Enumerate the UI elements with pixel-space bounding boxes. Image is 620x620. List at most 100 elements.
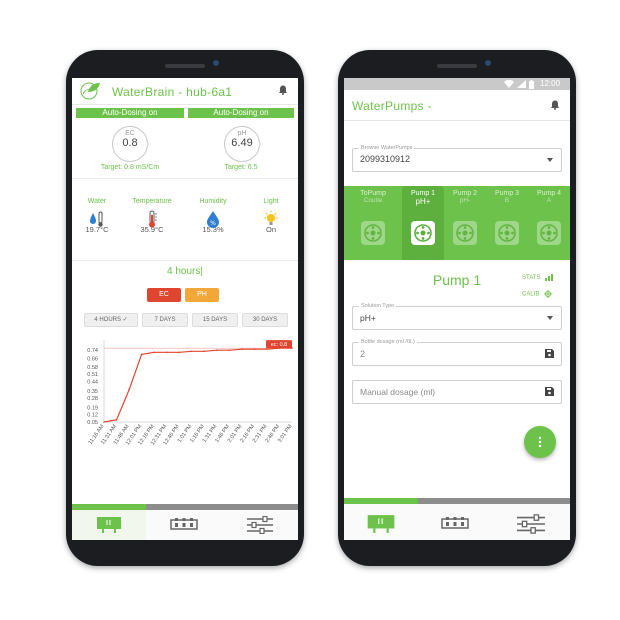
range-15-days-button[interactable]: 15 DAYS <box>192 313 238 327</box>
y-tick-label: 0.12 <box>87 413 98 419</box>
ph-label: pH <box>237 130 247 137</box>
browse-waterpumps-label: Browse WaterPumps <box>359 145 415 151</box>
nav-tab-settings[interactable] <box>222 504 298 540</box>
y-tick-label: 0.44 <box>87 379 98 385</box>
camera <box>213 60 219 66</box>
pump-tab-name: Pump 3 <box>494 190 520 197</box>
y-tick-label: 0.19 <box>87 405 98 411</box>
nav-tab-hub[interactable] <box>344 498 418 540</box>
browse-waterpumps-select[interactable]: Browse WaterPumps 2099310912 <box>352 145 562 172</box>
sensor-water: Water 19.7°C <box>72 198 122 234</box>
pump-icon <box>361 221 385 245</box>
svg-text:%: % <box>210 220 216 227</box>
nav-tab-settings[interactable] <box>494 498 570 540</box>
time-range-value: 4 hours <box>167 266 201 277</box>
sensor-temperature: Temperature 35.9°C <box>127 198 177 234</box>
ec-data-point <box>128 388 130 391</box>
divider <box>72 260 298 261</box>
app-bar: WaterPumps - <box>344 90 570 121</box>
divider <box>72 178 298 179</box>
ec-series-line <box>103 347 292 423</box>
range-30-days-button[interactable]: 30 DAYS <box>242 313 288 327</box>
pump-tab-3[interactable]: Pump 3B <box>486 186 528 260</box>
pump-tab-type: pH- <box>459 197 471 204</box>
ec-label: EC <box>125 130 135 137</box>
battery-icon <box>529 79 534 89</box>
ec-button[interactable]: EC <box>147 288 181 302</box>
leaf-logo-icon <box>80 82 100 100</box>
nav-tab-pumps[interactable] <box>418 498 494 540</box>
ec-data-point <box>153 351 155 354</box>
phone-left: WaterBrain - hub-6a1 Auto-Dosing on Auto… <box>66 50 304 566</box>
save-icon[interactable] <box>545 349 554 358</box>
sensor-light-label: Light <box>263 198 279 205</box>
ec-value: 0.8 <box>122 137 138 149</box>
bell-icon[interactable] <box>550 100 560 110</box>
thermometer-icon <box>149 210 157 228</box>
more-vert-icon <box>538 436 542 448</box>
speaker <box>437 64 477 68</box>
sensor-water-label: Water <box>87 198 107 205</box>
sensor-humidity: Humidity % 15.3% <box>188 198 238 234</box>
pump-icon <box>411 221 435 245</box>
bottom-nav <box>344 498 570 540</box>
waterbrain-screen: WaterBrain - hub-6a1 Auto-Dosing on Auto… <box>72 78 298 540</box>
ec-line-chart: 0.050.12 0.19 0.280.35 0.440.510.58 0.66 0.74… <box>87 340 294 446</box>
bottle-dosage-field[interactable]: Bottle dosage (ml /0L) 2 <box>352 339 562 366</box>
camera <box>485 60 491 66</box>
range-4-hours-button[interactable]: 4 HOURS ✓ <box>84 313 138 327</box>
nav-tab-hub[interactable] <box>72 504 146 540</box>
humidity-drop-icon: % <box>207 211 219 228</box>
status-bar: 12:00 <box>344 78 570 90</box>
pump-tab-4[interactable]: Pump 4A <box>528 186 570 260</box>
calib-link[interactable]: CALIB <box>522 290 553 298</box>
pump-tab-0[interactable]: ToPump Coutie <box>344 186 402 260</box>
ec-data-point <box>216 349 218 352</box>
bar-chart-icon <box>545 274 554 281</box>
ph-gauge[interactable]: pH 6.49 <box>224 126 260 162</box>
y-tick-label: 0.51 <box>87 372 98 378</box>
bell-icon[interactable] <box>278 85 288 95</box>
hub-device-icon <box>97 517 121 533</box>
app-title: WaterBrain - hub-6a1 <box>112 85 233 99</box>
pump-tab-name: Pump 4 <box>536 190 562 197</box>
crosshair-icon <box>544 290 553 298</box>
sensor-temperature-label: Temperature <box>132 198 172 205</box>
pumps-rack-icon <box>441 517 469 529</box>
pump-tab-2[interactable]: Pump 2 pH- <box>444 186 486 260</box>
phone-right: 12:00 WaterPumps - Browse WaterPumps 209… <box>338 50 576 566</box>
ec-gauge[interactable]: EC 0.8 <box>112 126 148 162</box>
ec-data-point <box>165 351 168 354</box>
sliders-icon <box>517 514 545 534</box>
ec-data-point <box>115 419 118 421</box>
nav-tab-indicator <box>418 498 494 504</box>
solution-type-value: pH+ <box>360 313 376 323</box>
nav-tab-pumps[interactable] <box>146 504 222 540</box>
bottle-dosage-value: 2 <box>360 349 366 359</box>
water-thermometer-icon <box>90 211 103 227</box>
fab-more-button[interactable] <box>524 426 556 458</box>
app-title[interactable]: WaterPumps - <box>352 99 432 113</box>
manual-dosage-field[interactable]: Manual dosage (ml) <box>352 380 562 404</box>
y-tick-label: 0.66 <box>87 357 98 363</box>
app-bar: WaterBrain - hub-6a1 <box>72 78 298 105</box>
stats-link[interactable]: STATS <box>522 274 554 281</box>
pump-tab-name: Pump 1 <box>410 190 436 197</box>
pump-tab-type: A <box>546 197 552 204</box>
time-range-selector[interactable]: 4 hours| <box>72 266 298 277</box>
y-tick-label: 0.28 <box>87 396 98 402</box>
nav-tab-indicator <box>72 504 146 510</box>
solution-type-select[interactable]: Solution Type pH+ <box>352 303 562 330</box>
chevron-down-icon <box>547 158 553 162</box>
ec-data-point <box>190 350 193 353</box>
range-7-days-button[interactable]: 7 DAYS <box>142 313 188 327</box>
ec-data-point <box>178 351 180 354</box>
light-bulb-icon <box>264 210 278 225</box>
y-tick-label: 0.58 <box>87 365 98 371</box>
calib-label: CALIB <box>522 291 540 298</box>
nav-tab-indicator <box>146 504 222 510</box>
ph-button[interactable]: PH <box>185 288 219 302</box>
ec-data-point <box>253 348 256 350</box>
pump-tab-1[interactable]: Pump 1 pH+ <box>402 186 444 260</box>
save-icon[interactable] <box>545 387 554 396</box>
